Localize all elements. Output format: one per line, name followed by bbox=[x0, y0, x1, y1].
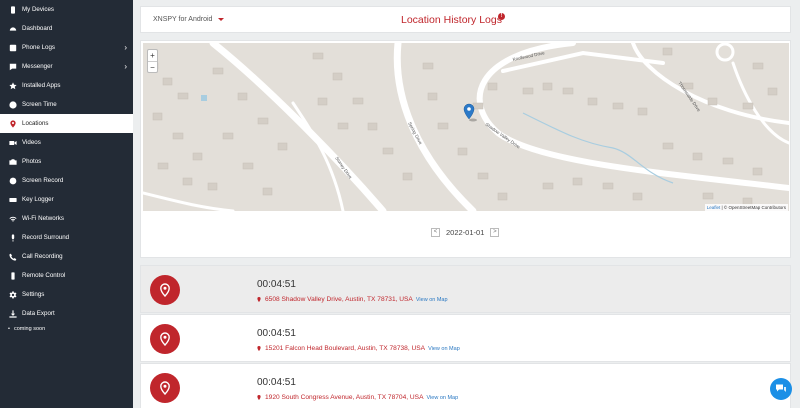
entry-time: 00:04:51 bbox=[257, 279, 296, 290]
chat-icon bbox=[776, 384, 786, 392]
sidebar-item-label: Videos bbox=[22, 139, 41, 146]
sidebar-item-settings[interactable]: Settings bbox=[0, 285, 133, 304]
info-icon[interactable]: ! bbox=[498, 13, 505, 20]
sidebar-item-screen-time[interactable]: Screen Time bbox=[0, 95, 133, 114]
zoom-out-button[interactable]: − bbox=[148, 61, 157, 72]
video-icon bbox=[8, 138, 17, 147]
zoom-control: + − bbox=[147, 49, 158, 73]
sidebar-item-photos[interactable]: Photos bbox=[0, 152, 133, 171]
messenger-icon bbox=[8, 62, 17, 71]
chevron-right-icon: › bbox=[124, 43, 127, 52]
chevron-right-icon: › bbox=[124, 62, 127, 71]
sidebar-item-locations[interactable]: Locations bbox=[0, 114, 133, 133]
sidebar-item-label: My Devices bbox=[22, 6, 54, 13]
dashboard-icon bbox=[8, 24, 17, 33]
record-icon bbox=[8, 176, 17, 185]
download-icon bbox=[8, 309, 17, 318]
sidebar-item-screen-record[interactable]: Screen Record bbox=[0, 171, 133, 190]
gear-icon bbox=[8, 290, 17, 299]
wifi-icon bbox=[8, 214, 17, 223]
map-marker-icon bbox=[257, 346, 261, 351]
sidebar-item-label: Settings bbox=[22, 291, 45, 298]
map-card: Knollwood Drive Thornwalde Drive Shadow … bbox=[140, 40, 791, 258]
sidebar-item-dashboard[interactable]: Dashboard bbox=[0, 19, 133, 38]
device-selector[interactable]: XNSPY for Android bbox=[153, 16, 225, 23]
map-tiles: Knollwood Drive Thornwalde Drive Shadow … bbox=[143, 43, 789, 211]
sidebar-item-data-export[interactable]: Data Export bbox=[0, 304, 133, 323]
entry-time: 00:04:51 bbox=[257, 377, 296, 388]
map-marker-icon bbox=[257, 395, 261, 400]
sidebar-item-key-logger[interactable]: Key Logger bbox=[0, 190, 133, 209]
date-navigator: < 2022-01-01 > bbox=[431, 228, 500, 237]
sidebar-item-wifi-networks[interactable]: Wi-Fi Networks bbox=[0, 209, 133, 228]
page-title: Location History Logs bbox=[401, 14, 502, 26]
location-entry: 00:04:51 1920 South Congress Avenue, Aus… bbox=[140, 363, 791, 408]
next-date-button[interactable]: > bbox=[490, 228, 500, 237]
entry-address-row: 6508 Shadow Valley Drive, Austin, TX 787… bbox=[257, 296, 448, 303]
location-pin-icon bbox=[150, 324, 180, 354]
sidebar-item-installed-apps[interactable]: Installed Apps bbox=[0, 76, 133, 95]
header-bar: XNSPY for Android Location History Logs … bbox=[140, 6, 791, 33]
device-name: XNSPY for Android bbox=[153, 16, 213, 23]
sidebar-item-record-surround[interactable]: Record Surround bbox=[0, 228, 133, 247]
caret-down-icon bbox=[218, 18, 225, 21]
chat-button[interactable] bbox=[770, 378, 792, 400]
view-on-map-link[interactable]: View on Map bbox=[426, 395, 458, 401]
sidebar-item-phone-logs[interactable]: Phone Logs › bbox=[0, 38, 133, 57]
sidebar: My Devices Dashboard Phone Logs › Messen… bbox=[0, 0, 133, 408]
sidebar-item-messenger[interactable]: Messenger › bbox=[0, 57, 133, 76]
location-pin-icon bbox=[8, 119, 17, 128]
entry-address: 1920 South Congress Avenue, Austin, TX 7… bbox=[265, 394, 424, 401]
location-entry: 00:04:51 15201 Falcon Head Boulevard, Au… bbox=[140, 314, 791, 362]
sidebar-item-remote-control[interactable]: Remote Control bbox=[0, 266, 133, 285]
sidebar-item-label: Data Export bbox=[22, 310, 55, 317]
sidebar-item-label: Screen Time bbox=[22, 101, 57, 108]
leaflet-link[interactable]: Leaflet bbox=[707, 205, 721, 210]
sidebar-item-label: Wi-Fi Networks bbox=[22, 215, 64, 222]
map-marker-icon bbox=[257, 297, 261, 302]
location-entry: 00:04:51 6508 Shadow Valley Drive, Austi… bbox=[140, 265, 791, 313]
phone-logs-icon bbox=[8, 43, 17, 52]
microphone-icon bbox=[8, 233, 17, 242]
remote-icon bbox=[8, 271, 17, 280]
phone-icon bbox=[8, 252, 17, 261]
sidebar-item-my-devices[interactable]: My Devices bbox=[0, 0, 133, 19]
current-date: 2022-01-01 bbox=[446, 228, 485, 237]
entry-time: 00:04:51 bbox=[257, 328, 296, 339]
sidebar-item-label: Key Logger bbox=[22, 196, 54, 203]
sidebar-item-label: Installed Apps bbox=[22, 82, 61, 89]
sidebar-item-label: Locations bbox=[22, 120, 49, 127]
sidebar-item-label: Dashboard bbox=[22, 25, 53, 32]
keyboard-icon bbox=[8, 195, 17, 204]
sidebar-item-label: Phone Logs bbox=[22, 44, 56, 51]
entry-address-row: 1920 South Congress Avenue, Austin, TX 7… bbox=[257, 394, 458, 401]
entry-address-row: 15201 Falcon Head Boulevard, Austin, TX … bbox=[257, 345, 460, 352]
sidebar-item-label: Remote Control bbox=[22, 272, 66, 279]
entry-address: 15201 Falcon Head Boulevard, Austin, TX … bbox=[265, 345, 426, 352]
clock-icon bbox=[8, 100, 17, 109]
map-attribution: Leaflet | © OpenStreetMap Contributors bbox=[704, 204, 788, 211]
sidebar-item-label: Call Recording bbox=[22, 253, 63, 260]
osm-attribution: | © OpenStreetMap Contributors bbox=[721, 205, 786, 210]
sidebar-item-call-recording[interactable]: Call Recording bbox=[0, 247, 133, 266]
camera-icon bbox=[8, 157, 17, 166]
sidebar-item-label: Record Surround bbox=[22, 234, 70, 241]
apps-icon bbox=[8, 81, 17, 90]
entry-address: 6508 Shadow Valley Drive, Austin, TX 787… bbox=[265, 296, 413, 303]
location-map[interactable]: Knollwood Drive Thornwalde Drive Shadow … bbox=[143, 43, 789, 211]
coming-soon-note: • coming soon bbox=[8, 326, 46, 332]
sidebar-item-label: Messenger bbox=[22, 63, 53, 70]
location-pin-icon bbox=[150, 275, 180, 305]
zoom-in-button[interactable]: + bbox=[148, 50, 157, 61]
location-pin-icon bbox=[150, 373, 180, 403]
sidebar-item-videos[interactable]: Videos bbox=[0, 133, 133, 152]
phone-icon bbox=[8, 5, 17, 14]
sidebar-item-label: Screen Record bbox=[22, 177, 64, 184]
view-on-map-link[interactable]: View on Map bbox=[428, 346, 460, 352]
sidebar-item-label: Photos bbox=[22, 158, 42, 165]
view-on-map-link[interactable]: View on Map bbox=[416, 297, 448, 303]
previous-date-button[interactable]: < bbox=[431, 228, 440, 237]
